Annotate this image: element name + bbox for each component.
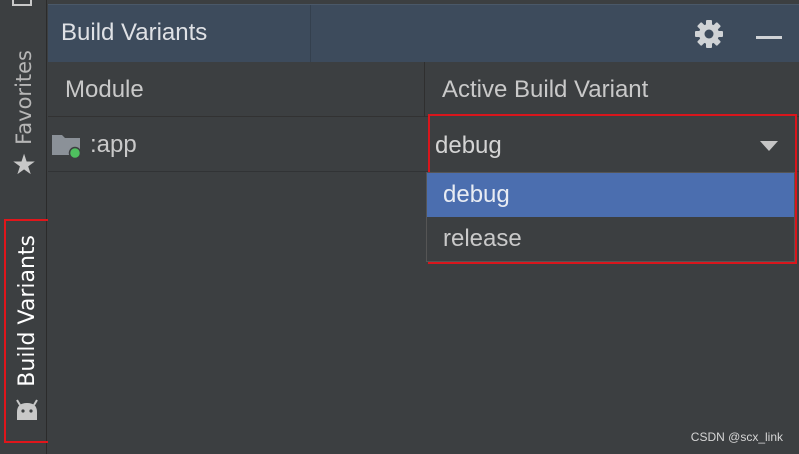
panel-title: Build Variants (61, 19, 208, 46)
column-divider[interactable] (424, 62, 425, 117)
header-divider (310, 5, 311, 63)
tab-build-variants-label: Build Variants (14, 235, 40, 387)
build-variants-panel: Build Variants Module Active Build Varia… (48, 0, 799, 454)
chevron-down-icon[interactable] (760, 141, 778, 151)
project-icon[interactable] (12, 0, 32, 6)
minimize-button[interactable] (754, 19, 786, 49)
tool-window-stripe: Favorites ★ Build Variants (0, 0, 50, 454)
tab-favorites[interactable]: Favorites ★ (8, 50, 40, 200)
star-icon: ★ (11, 147, 37, 181)
build-variant-select[interactable]: debug (430, 116, 795, 172)
module-cell: :app (48, 117, 424, 172)
gear-icon (695, 20, 723, 48)
column-header-active-build-variant[interactable]: Active Build Variant (442, 76, 648, 104)
variant-options-list: debug release (426, 172, 795, 262)
option-release[interactable]: release (427, 217, 794, 261)
android-icon (14, 399, 40, 425)
settings-button[interactable] (694, 19, 724, 49)
android-module-folder-icon (52, 135, 82, 159)
active-build-variant-dropdown: debug debug release (426, 114, 797, 264)
selected-variant: debug (435, 132, 502, 159)
panel-header: Build Variants (48, 4, 799, 63)
watermark: CSDN @scx_link (690, 430, 783, 444)
option-debug[interactable]: debug (427, 173, 794, 217)
module-name: :app (90, 131, 137, 158)
tab-build-variants[interactable]: Build Variants (4, 219, 50, 443)
tab-favorites-label: Favorites (12, 50, 36, 145)
column-header-module[interactable]: Module (65, 76, 144, 104)
table-header: Module Active Build Variant (48, 62, 799, 117)
